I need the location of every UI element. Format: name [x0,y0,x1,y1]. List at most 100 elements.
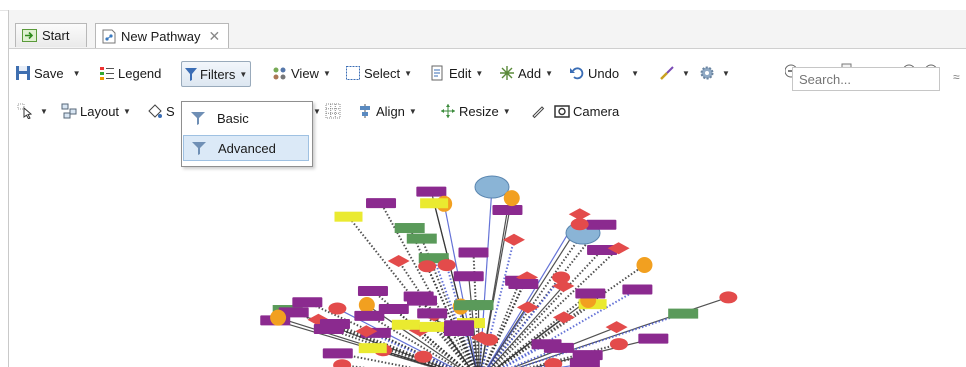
style-button[interactable]: S [147,100,175,122]
camera-button[interactable]: Camera [554,100,619,122]
undo-button[interactable]: Undo ▼ [569,62,639,84]
pathway-node-21[interactable] [605,321,628,334]
pathway-node-76[interactable] [366,198,397,209]
pathway-node-74[interactable] [575,288,606,299]
pathway-node-64[interactable] [508,279,539,290]
filter-menu-item-basic[interactable]: Basic [183,105,309,131]
filter-menu-item-advanced[interactable]: Advanced [183,135,309,161]
pathway-node-24[interactable] [719,291,738,304]
pathway-node-52[interactable] [609,338,628,351]
pathway-node-42[interactable] [453,271,484,282]
align-button[interactable]: Align ▼ [357,100,417,122]
save-button[interactable]: Save ▼ [15,62,81,84]
pathway-node-45[interactable] [516,301,539,314]
tab-new-pathway[interactable]: New Pathway ✕ [95,23,229,48]
pathway-node-44[interactable] [334,211,363,222]
settings-button[interactable]: ▼ [699,62,730,84]
search-input[interactable] [792,67,940,91]
pointer-tool-button[interactable]: ▼ [17,100,48,122]
pathway-node-48[interactable] [503,190,520,207]
pathway-node-13[interactable] [419,321,448,332]
pathway-node-66[interactable] [638,333,669,344]
pathway-node-0[interactable] [474,175,510,199]
pathway-node-25[interactable] [668,308,699,319]
pathway-canvas[interactable] [9,131,966,367]
chevron-down-icon: ▼ [123,106,131,116]
pathway-node-77[interactable] [443,326,474,337]
resize-label: Resize [459,103,499,119]
pathway-node-58[interactable] [333,359,352,367]
color-picker-button[interactable]: ▼ [659,62,690,84]
layout-button[interactable]: Layout ▼ [61,100,131,122]
pathway-node-22[interactable] [391,319,420,330]
style-label: S [166,103,175,119]
pathway-node-67[interactable] [319,318,350,329]
pathway-node-73[interactable] [378,303,409,314]
pointer-icon [17,103,33,120]
pathway-node-32[interactable] [572,350,603,361]
pathway-node-16[interactable] [454,300,485,311]
filters-label: Filters [200,66,236,82]
pathway-node-75[interactable] [568,208,591,221]
grid-button[interactable]: ▼ [313,100,344,122]
align-label: Align [376,103,405,119]
resize-arrows-icon [440,103,456,119]
pathway-node-20[interactable] [437,259,456,272]
pathway-node-19[interactable] [406,233,437,244]
pathway-node-55[interactable] [502,233,525,246]
select-button[interactable]: Select ▼ [345,62,412,84]
close-icon[interactable]: ✕ [208,28,220,45]
legend-label: Legend [118,65,162,81]
pathway-node-60[interactable] [328,302,347,315]
view-label: View [291,65,319,81]
view-button[interactable]: View ▼ [272,62,331,84]
pathway-node-79[interactable] [407,295,438,306]
view-icon [272,65,288,81]
chevron-down-icon: ▼ [239,69,248,79]
chevron-down-icon: ▼ [545,68,554,78]
layout-icon [61,103,77,119]
gear-icon [699,65,715,81]
camera-label: Camera [573,103,620,119]
pathway-node-57[interactable] [420,198,449,209]
pathway-node-5[interactable] [622,284,653,295]
pathway-node-34[interactable] [586,219,617,230]
edit-button[interactable]: Edit ▼ [430,62,483,84]
pathway-node-23[interactable] [358,343,387,354]
pathway-node-40[interactable] [531,339,562,350]
chevron-down-icon[interactable]: ▼ [73,69,81,78]
pathway-node-41[interactable] [322,348,353,359]
collapse-icon[interactable]: ≈ [953,70,960,84]
pathway-node-39[interactable] [417,308,448,319]
pathway-node-78[interactable] [270,309,287,326]
chevron-down-icon[interactable]: ▼ [631,69,639,78]
chevron-down-icon: ▼ [40,106,48,116]
resize-button[interactable]: Resize ▼ [440,100,511,122]
align-icon [357,103,373,119]
pathway-node-63[interactable] [552,311,575,324]
pathway-node-8[interactable] [414,350,433,363]
tab-bar: Start New Pathway ✕ [9,10,966,48]
edit-label: Edit [449,65,472,81]
pathway-node-2[interactable] [458,247,489,258]
draw-button[interactable] [530,100,549,122]
pathway-node-17[interactable] [394,223,425,234]
pathway-node-38[interactable] [357,286,388,297]
pathway-node-3[interactable] [358,296,375,313]
pathway-node-68[interactable] [418,260,437,273]
tab-start[interactable]: Start [15,23,87,47]
tab-start-label: Start [42,28,70,43]
pathway-node-62[interactable] [292,297,323,308]
paint-bucket-icon [147,103,163,119]
legend-button[interactable]: Legend [99,62,161,84]
pathway-node-9[interactable] [416,186,447,197]
pathway-node-29[interactable] [387,255,410,268]
add-button[interactable]: Add ▼ [499,62,553,84]
pathway-node-56[interactable] [636,257,653,274]
undo-label: Undo [588,65,620,81]
chevron-down-icon: ▼ [322,68,331,78]
pathway-node-36[interactable] [492,205,523,216]
filters-button[interactable]: Filters ▼ [181,61,252,87]
layout-label: Layout [80,103,120,119]
pathway-network-graph[interactable] [9,131,966,367]
